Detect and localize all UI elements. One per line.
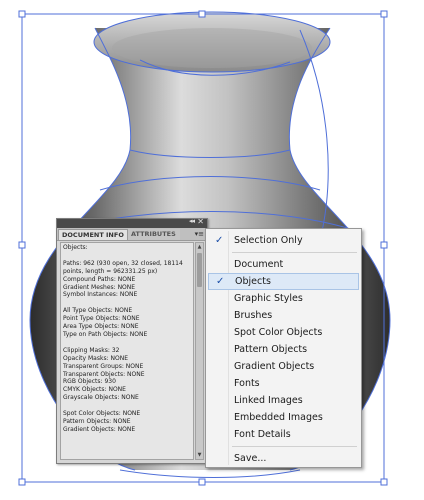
checkmark-icon: ✓ [215,235,224,246]
menu-item-selection-only[interactable]: ✓ Selection Only [208,232,359,249]
resize-handle [380,241,388,249]
tab-attributes[interactable]: ATTRIBUTES [128,229,180,240]
document-info-panel: ◂◂ ✕ DOCUMENT INFO ATTRIBUTES ▾≡ Objects… [56,217,208,464]
panel-titlebar[interactable]: ◂◂ ✕ [57,217,207,228]
menu-item-label: Save... [234,453,267,464]
menu-item-label: Linked Images [234,395,303,406]
panel-tab-bar: DOCUMENT INFO ATTRIBUTES ▾≡ [57,228,207,241]
resize-handle [380,478,388,486]
menu-item-label: Document [234,259,284,270]
menu-item-graphic-styles[interactable]: Graphic Styles [208,290,359,307]
menu-item-label: Spot Color Objects [234,327,323,338]
menu-item-label: Embedded Images [234,412,323,423]
resize-handle [18,478,26,486]
menu-item-label: Fonts [234,378,260,389]
document-info-text: Objects: Paths: 962 (930 open, 32 closed… [63,244,183,433]
scroll-up-icon[interactable]: ▲ [196,244,203,250]
menu-item-linked-images[interactable]: Linked Images [208,392,359,409]
menu-item-fonts[interactable]: Fonts [208,375,359,392]
checkmark-icon: ✓ [216,276,225,287]
panel-flyout-menu: ✓ Selection Only Document ✓ Objects Graphic S… [205,228,362,468]
menu-item-gradient-objects[interactable]: Gradient Objects [208,358,359,375]
scrollbar[interactable]: ▲ ▼ [195,242,204,460]
menu-item-embedded-images[interactable]: Embedded Images [208,409,359,426]
menu-separator [232,252,357,253]
menu-separator [232,446,357,447]
panel-menu-icon[interactable]: ▾≡ [195,229,204,239]
double-chevron-icon[interactable]: ◂◂ [189,217,195,225]
resize-handle [198,10,206,18]
scroll-thumb[interactable] [197,253,202,287]
menu-item-brushes[interactable]: Brushes [208,307,359,324]
menu-item-label: Font Details [234,429,291,440]
menu-item-pattern-objects[interactable]: Pattern Objects [208,341,359,358]
menu-item-label: Selection Only [234,235,303,246]
menu-item-document[interactable]: Document [208,256,359,273]
scroll-down-icon[interactable]: ▼ [196,452,203,458]
menu-item-label: Graphic Styles [234,293,303,304]
resize-handle [198,478,206,486]
menu-item-label: Pattern Objects [234,344,308,355]
tab-document-info[interactable]: DOCUMENT INFO [58,229,128,240]
resize-handle [18,10,26,18]
menu-item-font-details[interactable]: Font Details [208,426,359,443]
resize-handle [380,10,388,18]
menu-item-objects[interactable]: ✓ Objects [208,273,359,290]
menu-item-save[interactable]: Save... [208,450,359,467]
menu-item-spot-color-objects[interactable]: Spot Color Objects [208,324,359,341]
menu-item-label: Brushes [234,310,273,321]
close-icon[interactable]: ✕ [197,217,204,226]
document-info-text-area[interactable]: Objects: Paths: 962 (930 open, 32 closed… [60,242,194,460]
resize-handle [18,241,26,249]
menu-item-label: Objects [235,276,271,287]
menu-item-label: Gradient Objects [234,361,315,372]
